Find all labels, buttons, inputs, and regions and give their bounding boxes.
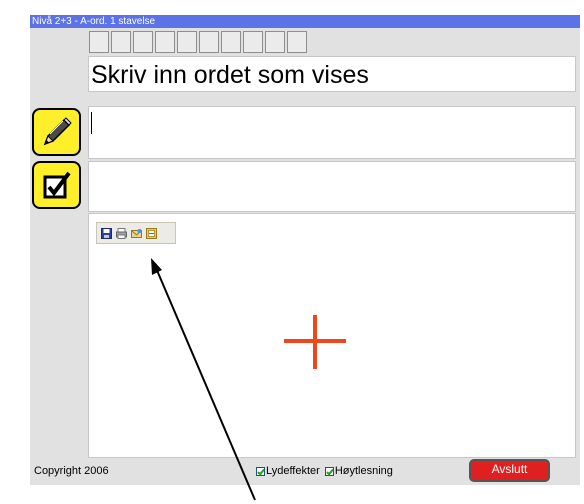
read-aloud-option[interactable]: Høytlesning bbox=[324, 465, 393, 477]
write-button[interactable] bbox=[32, 108, 81, 156]
options-group: Lydeffekter Høytlesning bbox=[256, 465, 398, 477]
letter-box bbox=[243, 31, 263, 53]
print-icon[interactable] bbox=[116, 227, 127, 239]
exit-button[interactable]: Avslutt bbox=[469, 459, 550, 482]
crosshair-icon bbox=[284, 315, 346, 369]
sound-effects-checkbox[interactable] bbox=[256, 466, 265, 476]
app-window: Nivå 2+3 - A-ord. 1 stavelse Skriv inn o… bbox=[30, 15, 580, 485]
read-aloud-label: Høytlesning bbox=[334, 465, 393, 477]
letter-boxes bbox=[89, 31, 309, 53]
letter-box bbox=[89, 31, 109, 53]
window-title: Nivå 2+3 - A-ord. 1 stavelse bbox=[30, 15, 580, 28]
letter-box bbox=[221, 31, 241, 53]
check-button[interactable] bbox=[32, 161, 81, 209]
text-caret bbox=[91, 112, 92, 134]
answer-check-field bbox=[88, 161, 576, 212]
letter-box bbox=[287, 31, 307, 53]
letter-box bbox=[199, 31, 219, 53]
save-icon[interactable] bbox=[101, 227, 112, 239]
letter-box bbox=[265, 31, 285, 53]
sound-effects-option[interactable]: Lydeffekter bbox=[256, 465, 320, 477]
answer-input[interactable] bbox=[88, 106, 576, 159]
letter-box bbox=[155, 31, 175, 53]
image-toolbar bbox=[96, 222, 176, 244]
email-icon[interactable] bbox=[131, 228, 142, 239]
copyright-text: Copyright 2006 bbox=[34, 465, 109, 477]
instruction-text: Skriv inn ordet som vises bbox=[88, 56, 576, 92]
letter-box bbox=[111, 31, 131, 53]
pencil-icon bbox=[43, 117, 72, 146]
letter-box bbox=[133, 31, 153, 53]
letter-box bbox=[177, 31, 197, 53]
read-aloud-checkbox[interactable] bbox=[324, 466, 334, 476]
sound-effects-label: Lydeffekter bbox=[266, 465, 320, 477]
checkbox-check-icon bbox=[43, 171, 71, 199]
image-area bbox=[88, 213, 576, 458]
export-icon[interactable] bbox=[146, 227, 157, 239]
